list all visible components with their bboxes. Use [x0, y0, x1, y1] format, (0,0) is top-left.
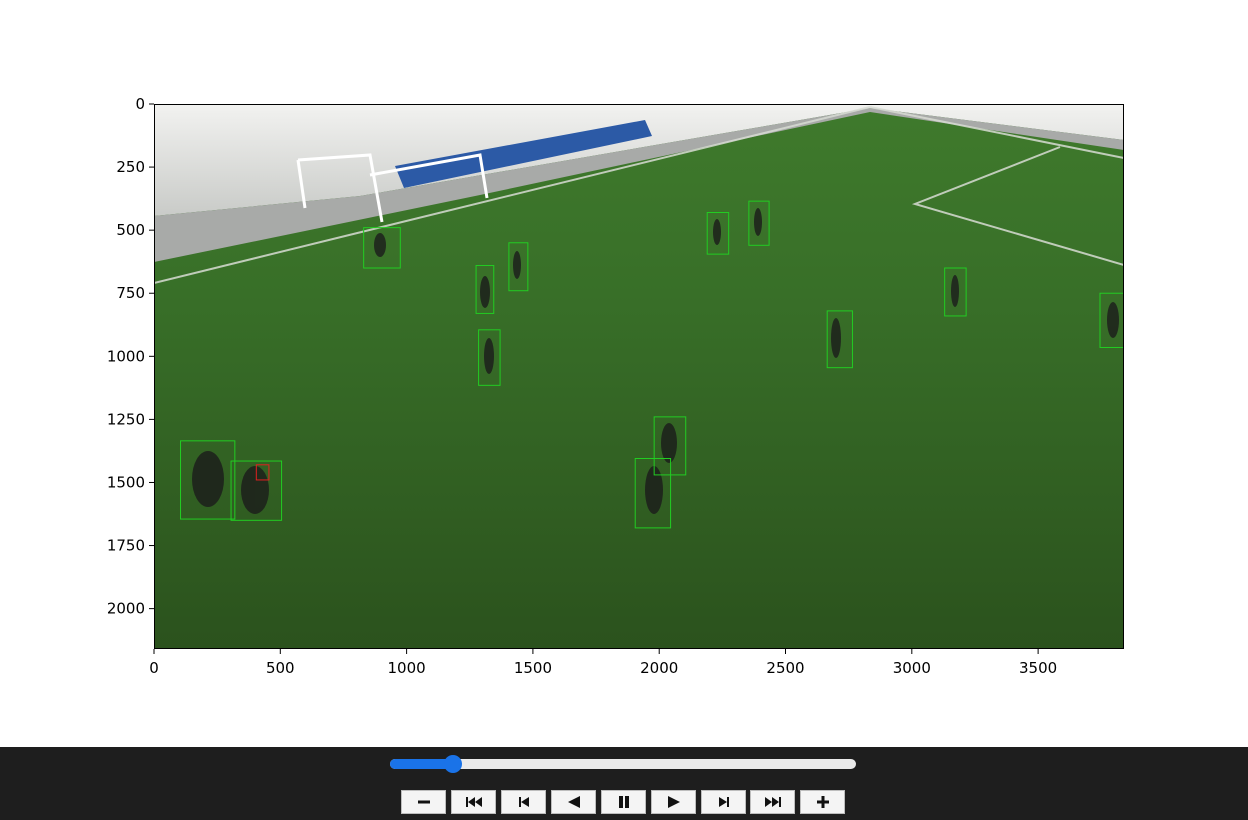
- play-reverse-button[interactable]: [551, 790, 596, 814]
- x-tick-label: 500: [266, 659, 295, 677]
- x-tick-label: 2500: [766, 659, 804, 677]
- slider-thumb[interactable]: [443, 755, 462, 773]
- y-tick-label: 1250: [107, 410, 145, 428]
- figure: 0 500 1000 1500 2000 2500 3000 3500 0 250 500 750 10…: [107, 95, 1124, 677]
- minus-icon: [417, 800, 430, 804]
- x-tick-label: 3500: [1019, 659, 1057, 677]
- y-tick-label: 500: [116, 221, 145, 239]
- first-frame-button[interactable]: [451, 790, 496, 814]
- y-tick-label: 250: [116, 158, 145, 176]
- video-frame: [154, 104, 1124, 649]
- y-tick-label: 1750: [107, 537, 145, 555]
- x-tick-label: 2000: [640, 659, 678, 677]
- last-frame-button[interactable]: [750, 790, 795, 814]
- pause-button[interactable]: [601, 790, 646, 814]
- y-tick-label: 0: [135, 95, 145, 113]
- playback-controls: [0, 747, 1248, 820]
- pause-icon: [618, 796, 629, 808]
- step-forward-icon: [718, 797, 729, 807]
- y-tick-label: 1500: [107, 473, 145, 491]
- zoom-out-button[interactable]: [401, 790, 446, 814]
- skip-last-icon: [764, 797, 781, 807]
- step-forward-button[interactable]: [701, 790, 746, 814]
- y-tick-label: 2000: [107, 600, 145, 618]
- y-tick-label: 1000: [107, 347, 145, 365]
- step-back-icon: [518, 797, 529, 807]
- frame-slider[interactable]: [390, 755, 856, 773]
- play-forward-button[interactable]: [651, 790, 696, 814]
- play-icon: [667, 796, 680, 808]
- step-back-button[interactable]: [501, 790, 546, 814]
- skip-first-icon: [465, 797, 482, 807]
- y-tick-label: 750: [116, 284, 145, 302]
- plus-icon: [816, 796, 829, 808]
- play-reverse-icon: [567, 796, 580, 808]
- x-tick-label: 3000: [893, 659, 931, 677]
- x-tick-label: 0: [149, 659, 159, 677]
- x-tick-label: 1000: [388, 659, 426, 677]
- x-tick-label: 1500: [514, 659, 552, 677]
- zoom-in-button[interactable]: [800, 790, 845, 814]
